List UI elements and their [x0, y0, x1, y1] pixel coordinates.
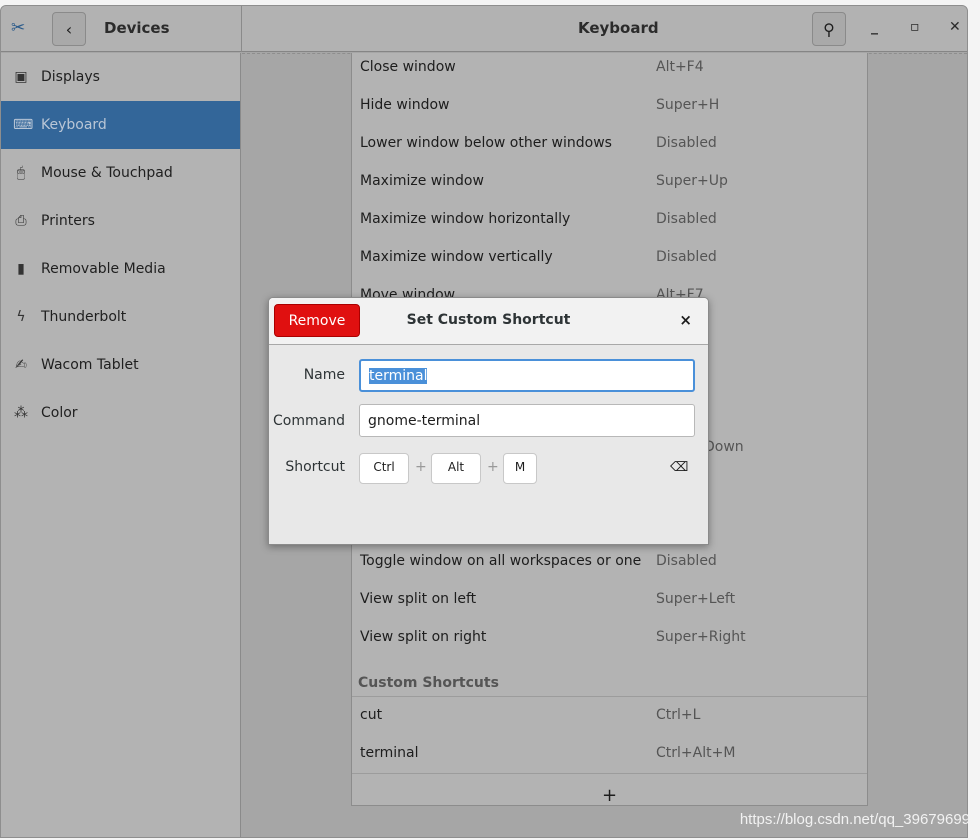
name-label: Name [303, 367, 345, 383]
section-title: Devices [104, 19, 170, 37]
settings-icon: ✂ [11, 18, 26, 38]
shortcut-label: Shortcut [285, 459, 345, 475]
shortcut-row[interactable]: Toggle window on all workspaces or one Di… [352, 542, 867, 580]
sidebar-item-color[interactable]: ⁂ Color [1, 389, 240, 437]
shortcut-row[interactable]: Maximize window horizontally Disabled [352, 200, 867, 238]
sidebar-item-label: Thunderbolt [41, 309, 127, 325]
tablet-icon: ✍ [15, 357, 27, 373]
search-icon: ⚲ [823, 19, 835, 39]
shortcut-keys: Disabled [656, 553, 717, 569]
shortcut-row[interactable]: Maximize window Super+Up [352, 162, 867, 200]
sidebar-item-label: Wacom Tablet [41, 357, 139, 373]
shortcut-row[interactable]: Hide window Super+H [352, 86, 867, 124]
sidebar: ▣ Displays ⌨ Keyboard 🖱 Mouse & Touchpad ⎙ P… [1, 53, 241, 837]
dialog-title: Set Custom Shortcut [406, 312, 571, 328]
shortcut-row[interactable]: View split on left Super+Left [352, 580, 867, 618]
shortcut-name: View split on left [360, 591, 477, 607]
shortcut-name: Toggle window on all workspaces or one [360, 553, 642, 569]
shortcut-name: View split on right [360, 629, 487, 645]
shortcut-name: Close window [360, 59, 456, 75]
sidebar-item-displays[interactable]: ▣ Displays [1, 53, 240, 101]
mouse-icon: 🖱 [16, 165, 26, 181]
shortcut-name: Maximize window horizontally [360, 211, 571, 227]
sidebar-item-printers[interactable]: ⎙ Printers [1, 197, 240, 245]
display-icon: ▣ [14, 69, 28, 85]
key-ctrl: Ctrl [359, 453, 409, 484]
shortcut-keys: Down [704, 439, 744, 455]
usb-icon: ▮ [17, 261, 25, 277]
watermark: https://blog.csdn.net/qq_39679699 [739, 811, 970, 828]
shortcut-keys: Disabled [656, 135, 717, 151]
custom-shortcut-row[interactable]: terminal Ctrl+Alt+M [352, 734, 867, 772]
sidebar-item-label: Displays [41, 69, 100, 85]
sidebar-item-label: Mouse & Touchpad [41, 165, 173, 181]
shortcut-name: Lower window below other windows [360, 135, 612, 151]
clear-shortcut-icon[interactable]: ⌫ [670, 460, 688, 475]
header-bar: ✂ ‹ Devices Keyboard ⚲ _ ▫ ✕ [1, 6, 967, 52]
sidebar-item-mouse[interactable]: 🖱 Mouse & Touchpad [1, 149, 240, 197]
custom-shortcut-row[interactable]: cut Ctrl+L [352, 696, 867, 734]
shortcut-keys: Alt+F4 [656, 59, 704, 75]
sidebar-item-wacom[interactable]: ✍ Wacom Tablet [1, 341, 240, 389]
shortcut-row[interactable]: Maximize window vertically Disabled [352, 238, 867, 276]
add-shortcut-button[interactable]: + [352, 779, 867, 811]
page-title: Keyboard [578, 19, 659, 37]
custom-shortcuts-heading: Custom Shortcuts [358, 675, 499, 691]
back-button[interactable]: ‹ [52, 12, 86, 46]
shortcut-keys: Disabled [656, 249, 717, 265]
key-alt: Alt [431, 453, 481, 484]
sidebar-item-label: Removable Media [41, 261, 166, 277]
shortcut-keys: Super+Right [656, 629, 746, 645]
thunderbolt-icon: ϟ [16, 309, 26, 325]
dialog-close-button[interactable]: × [679, 311, 692, 329]
name-input[interactable]: terminal [359, 359, 695, 392]
minimize-button[interactable]: _ [871, 19, 878, 35]
shortcut-name: Hide window [360, 97, 450, 113]
shortcut-name: Maximize window vertically [360, 249, 553, 265]
maximize-button[interactable]: ▫ [910, 19, 920, 35]
printer-icon: ⎙ [15, 213, 27, 229]
sidebar-item-keyboard[interactable]: ⌨ Keyboard [1, 101, 240, 149]
shortcut-keys: Super+H [656, 97, 720, 113]
command-label: Command [273, 413, 345, 429]
shortcut-keys: Super+Up [656, 173, 728, 189]
shortcut-keys: Super+Left [656, 591, 736, 607]
key-m: M [503, 453, 537, 484]
sidebar-item-label: Printers [41, 213, 95, 229]
color-icon: ⁂ [14, 405, 28, 421]
shortcut-row[interactable]: Close window Alt+F4 [352, 48, 867, 86]
shortcut-name: Maximize window [360, 173, 484, 189]
sidebar-item-thunderbolt[interactable]: ϟ Thunderbolt [1, 293, 240, 341]
close-button[interactable]: ✕ [949, 19, 961, 35]
shortcut-keys: Disabled [656, 211, 717, 227]
search-button[interactable]: ⚲ [812, 12, 846, 46]
sidebar-item-label: Color [41, 405, 78, 421]
keyboard-icon: ⌨ [13, 117, 34, 133]
sidebar-item-label: Keyboard [41, 117, 107, 133]
sidebar-item-removable-media[interactable]: ▮ Removable Media [1, 245, 240, 293]
shortcut-row[interactable]: Lower window below other windows Disabled [352, 124, 867, 162]
command-input[interactable]: gnome-terminal [359, 404, 695, 437]
shortcut-row[interactable]: View split on right Super+Right [352, 618, 867, 656]
set-custom-shortcut-dialog: Remove Set Custom Shortcut × Name termin… [268, 297, 709, 545]
